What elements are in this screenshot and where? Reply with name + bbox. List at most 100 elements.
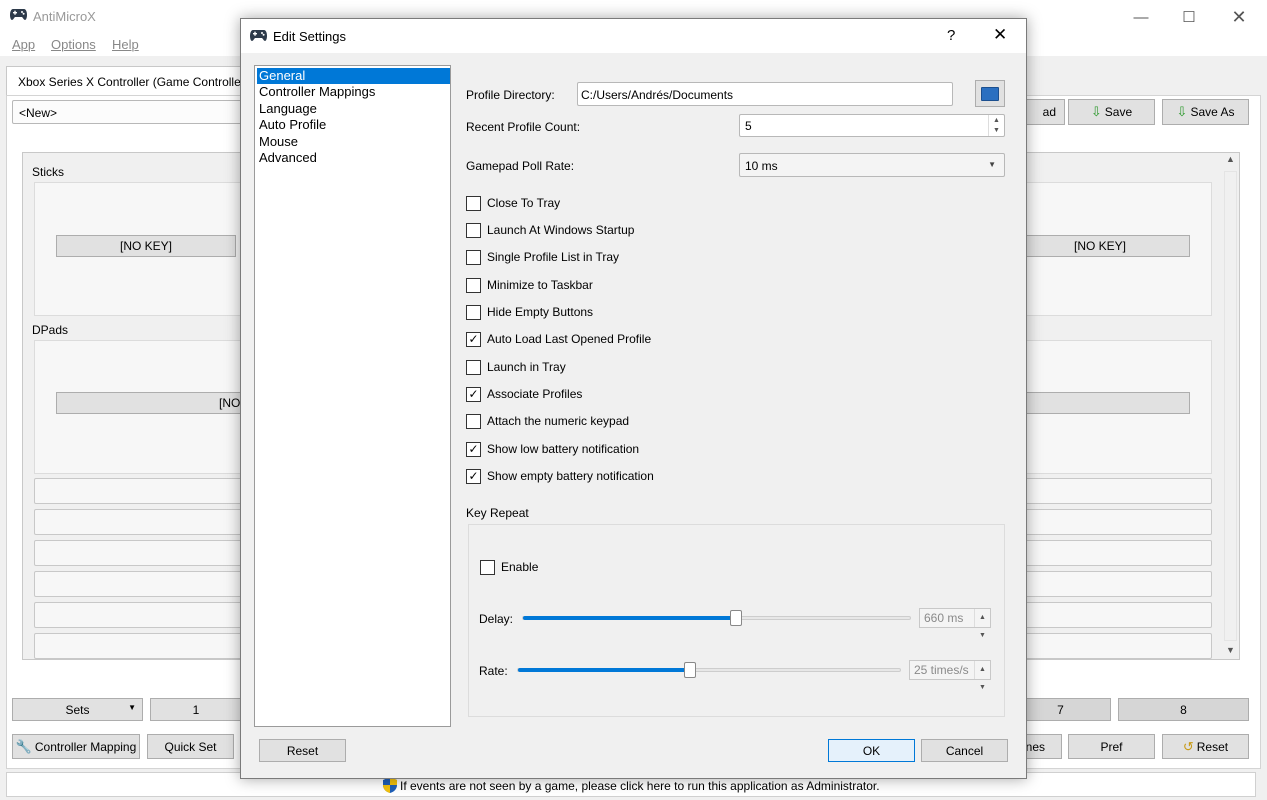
delay-up-icon[interactable]: ▲ [975, 609, 990, 627]
checkmark-icon[interactable]: ✓ [466, 441, 481, 457]
category-auto-profile[interactable]: Auto Profile [257, 117, 450, 133]
controller-mapping-button[interactable]: 🔧 Controller Mapping [12, 734, 140, 759]
checkbox-box[interactable] [466, 359, 481, 375]
tab-controller-label: Xbox Series X Controller (Game Controlle… [18, 75, 245, 89]
save-button[interactable]: ⇩ Save [1068, 99, 1155, 125]
rate-slider-thumb[interactable] [684, 662, 696, 678]
delay-slider-thumb[interactable] [730, 610, 742, 626]
checkbox-box[interactable] [466, 277, 481, 293]
settings-checkbox[interactable]: ✓ Associate Profiles [466, 386, 582, 402]
rate-slider-fill [518, 668, 690, 672]
rate-slider[interactable] [517, 662, 901, 678]
checkbox-box[interactable] [466, 413, 481, 429]
checkbox-box[interactable] [466, 304, 481, 320]
close-icon[interactable]: ✕ [1216, 0, 1262, 34]
stick-right-label: [NO KEY] [1073, 239, 1126, 253]
stick-left-label: [NO KEY] [119, 239, 172, 253]
save-as-button[interactable]: ⇩ Save As [1162, 99, 1249, 125]
category-advanced[interactable]: Advanced [257, 150, 450, 166]
save-label: Save [1104, 105, 1133, 119]
menu-help[interactable]: Help [112, 37, 139, 52]
dpad-label: [NO [219, 396, 241, 410]
dialog-close-icon[interactable]: ✕ [993, 25, 1007, 45]
ok-button[interactable]: OK [828, 739, 915, 762]
admin-status-text: If events are not seen by a game, please… [400, 779, 880, 793]
settings-checkbox-label: Hide Empty Buttons [487, 305, 594, 319]
quick-set-button[interactable]: Quick Set [147, 734, 234, 759]
scroll-down-icon[interactable]: ▼ [1226, 645, 1235, 655]
rate-spin[interactable]: ▲ ▼ [974, 661, 990, 691]
dpads-label: DPads [32, 323, 69, 337]
checkmark-icon[interactable]: ✓ [466, 331, 481, 347]
settings-checkbox[interactable]: Single Profile List in Tray [466, 249, 619, 265]
profile-combo[interactable]: <New> [12, 100, 244, 124]
poll-rate-combo[interactable]: 10 ms ▼ [739, 153, 1005, 177]
rate-down-icon[interactable]: ▼ [975, 679, 990, 697]
checkbox-box[interactable] [466, 195, 481, 211]
settings-checkbox-label: Single Profile List in Tray [487, 250, 620, 264]
profile-directory-input[interactable]: C:/Users/Andrés/Documents [577, 82, 953, 106]
recent-count-spin[interactable]: ▲ ▼ [988, 115, 1004, 136]
settings-checkbox[interactable]: ✓ Show empty battery notification [466, 468, 654, 484]
minimize-icon[interactable]: — [1118, 0, 1164, 34]
delay-slider[interactable] [522, 610, 911, 626]
settings-checkbox[interactable]: ✓ Auto Load Last Opened Profile [466, 331, 651, 347]
spin-up-icon[interactable]: ▲ [989, 115, 1004, 126]
category-mouse[interactable]: Mouse [257, 134, 450, 150]
checkmark-icon[interactable]: ✓ [466, 386, 481, 402]
dialog-gamepad-icon [250, 29, 267, 41]
set-8-button[interactable]: 8 [1118, 698, 1249, 721]
enable-checkbox[interactable]: Enable [480, 559, 538, 575]
delay-spin[interactable]: ▲ ▼ [974, 609, 990, 639]
cancel-button[interactable]: Cancel [921, 739, 1008, 762]
category-controller-mappings[interactable]: Controller Mappings [257, 84, 450, 100]
menu-app[interactable]: App [12, 37, 35, 52]
sets-combo[interactable]: Sets ▼ [12, 698, 143, 721]
settings-checkbox[interactable]: Hide Empty Buttons [466, 304, 593, 320]
delay-spinbox[interactable]: 660 ms ▲ ▼ [919, 608, 991, 639]
pref-button[interactable]: Pref [1068, 734, 1155, 759]
delay-down-icon[interactable]: ▼ [975, 627, 990, 645]
maximize-icon[interactable]: ☐ [1166, 0, 1212, 34]
sets-label: Sets [65, 702, 90, 717]
category-general[interactable]: General [257, 68, 450, 84]
checkbox-box[interactable] [466, 222, 481, 238]
profile-directory-label: Profile Directory: [466, 88, 555, 102]
profile-directory-value: C:/Users/Andrés/Documents [581, 88, 734, 102]
browse-folder-button[interactable] [975, 80, 1005, 107]
enable-checkbox-box[interactable] [480, 559, 495, 575]
checkmark-icon[interactable]: ✓ [466, 468, 481, 484]
rate-spinbox[interactable]: 25 times/s ▲ ▼ [909, 660, 991, 691]
set-1-button[interactable]: 1 [150, 698, 242, 721]
help-icon[interactable]: ? [947, 27, 955, 44]
quick-set-label: Quick Set [164, 739, 217, 754]
settings-checkbox-label: Launch in Tray [487, 360, 566, 374]
settings-checkbox[interactable]: Close To Tray [466, 195, 560, 211]
settings-checkbox[interactable]: Attach the numeric keypad [466, 413, 629, 429]
menu-options[interactable]: Options [51, 37, 96, 52]
checkbox-box[interactable] [466, 249, 481, 265]
vertical-scrollbar[interactable]: ▲ ▼ [1222, 153, 1239, 659]
stick-right-button[interactable]: [NO KEY] [1010, 235, 1190, 257]
settings-checkbox[interactable]: Launch At Windows Startup [466, 222, 634, 238]
spin-down-icon[interactable]: ▼ [989, 126, 1004, 137]
load-button-label: ad [1042, 105, 1056, 119]
settings-checkbox[interactable]: ✓ Show low battery notification [466, 441, 639, 457]
dialog-title-bar: Edit Settings ? ✕ [241, 19, 1026, 53]
scroll-up-icon[interactable]: ▲ [1226, 154, 1235, 164]
category-language[interactable]: Language [257, 101, 450, 117]
reset-profile-button[interactable]: ↺ Reset [1162, 734, 1249, 759]
dialog-reset-button[interactable]: Reset [259, 739, 346, 762]
settings-checkbox-label: Show low battery notification [487, 442, 640, 456]
scroll-thumb[interactable] [1224, 171, 1237, 641]
settings-checkbox[interactable]: Minimize to Taskbar [466, 277, 593, 293]
gamepad-icon [10, 8, 27, 20]
settings-checkbox-label: Minimize to Taskbar [487, 278, 593, 292]
ok-label: OK [862, 743, 881, 758]
tab-controller[interactable]: Xbox Series X Controller (Game Controlle… [6, 66, 245, 96]
stick-left-button[interactable]: [NO KEY] [56, 235, 236, 257]
recent-count-spinbox[interactable]: 5 ▲ ▼ [739, 114, 1005, 137]
settings-checkbox[interactable]: Launch in Tray [466, 359, 566, 375]
poll-rate-label: Gamepad Poll Rate: [466, 159, 575, 173]
rate-up-icon[interactable]: ▲ [975, 661, 990, 679]
